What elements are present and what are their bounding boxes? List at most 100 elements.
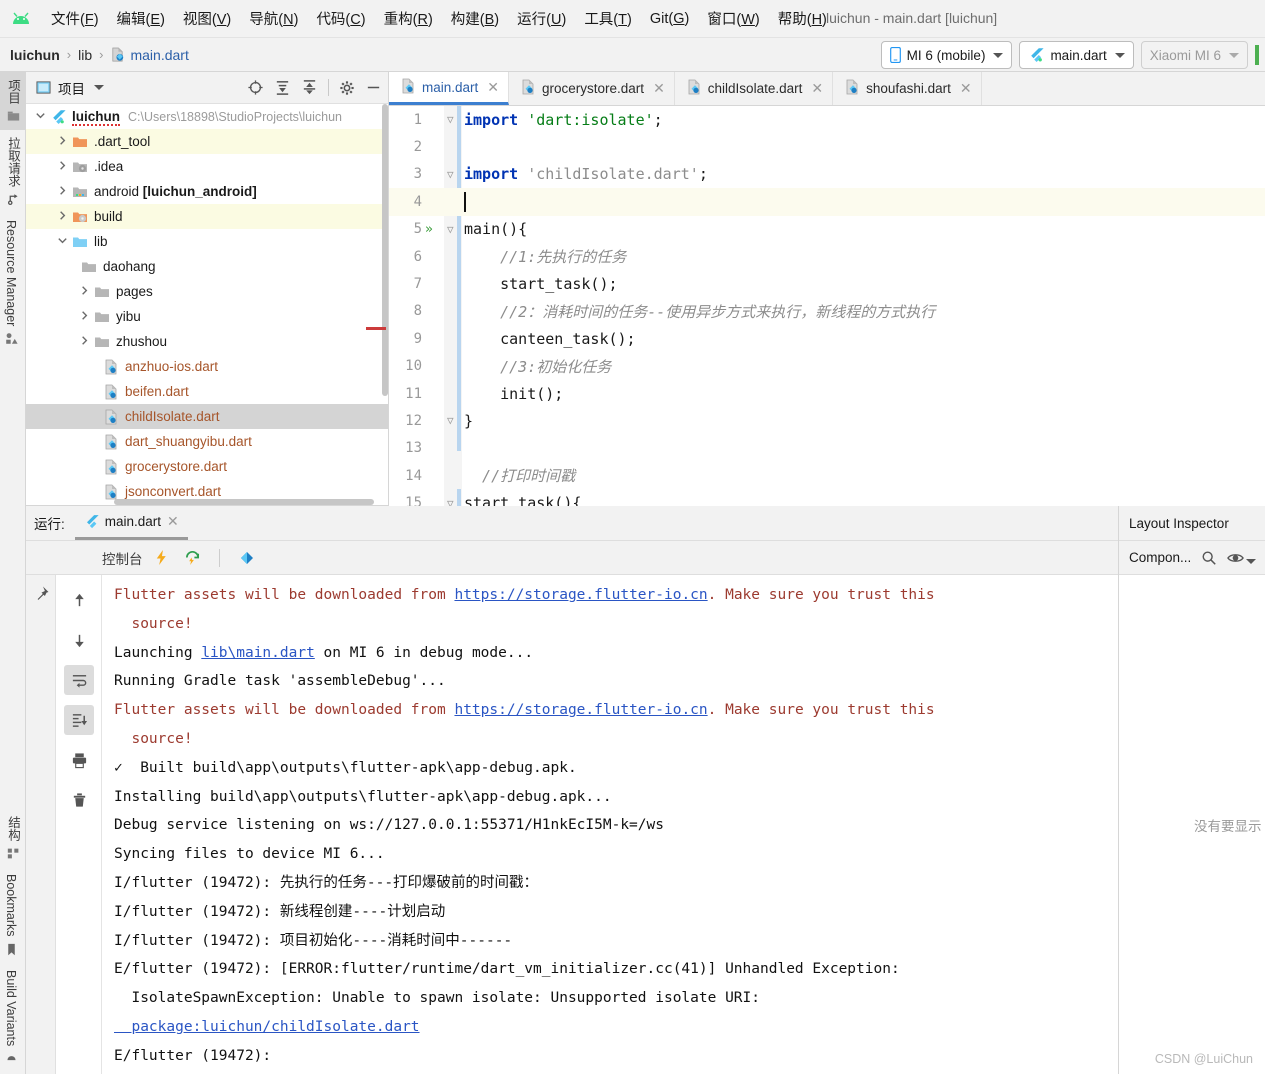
minimize-icon[interactable] [365,79,382,96]
fold-marker-icon[interactable]: ▽ [447,223,454,236]
dart-devtools-icon[interactable] [238,549,256,567]
console-link[interactable]: https://storage.flutter-io.cn [454,702,707,718]
project-panel-scrollbar[interactable] [382,104,388,396]
code-line[interactable]: 2 [389,133,1265,160]
fold-marker-icon[interactable]: ▽ [447,414,454,427]
arrow-down-icon[interactable] [64,625,94,655]
lightning-icon[interactable] [153,549,170,566]
menu-item-4[interactable]: 导航(N) [240,4,307,33]
code-line[interactable]: 1 ▽ import 'dart:isolate'; [389,106,1265,133]
project-panel-title[interactable]: 项目 [36,78,104,98]
tree-node[interactable]: lib [26,229,388,254]
console-link[interactable]: package:luichun/childIsolate.dart [114,1019,419,1035]
chevron-right-icon[interactable] [78,284,94,300]
fold-marker-icon[interactable]: ▽ [447,497,454,506]
tree-node[interactable]: android [luichun_android] [26,179,388,204]
rail-tab-结构[interactable]: 结构 [0,809,27,867]
chevron-right-icon[interactable] [56,184,72,200]
menu-item-8[interactable]: 运行(U) [508,4,575,33]
tree-node[interactable]: pages [26,279,388,304]
target-device-selector[interactable]: Xiaomi MI 6 [1140,41,1248,69]
tree-node[interactable]: childIsolate.dart [26,404,388,429]
project-tree[interactable]: luichun C:\Users\18898\StudioProjects\lui… [26,104,388,506]
chevron-right-icon[interactable] [56,134,72,150]
tree-node[interactable]: luichun C:\Users\18898\StudioProjects\lui… [26,104,388,129]
code-editor[interactable]: 1 ▽ import 'dart:isolate'; 2 3 ▽ import 'child… [389,106,1265,506]
menu-item-6[interactable]: 重构(R) [375,4,442,33]
tree-node[interactable]: anzhuo-ios.dart [26,354,388,379]
hot-reload-icon[interactable] [184,549,201,566]
menu-item-1[interactable]: 文件(F) [42,4,108,33]
code-line[interactable]: 12 ▽} [389,407,1265,434]
close-icon[interactable]: ✕ [811,80,823,97]
editor-tab-grocerystore.dart[interactable]: grocerystore.dart ✕ [509,72,675,105]
pin-icon[interactable] [32,585,50,603]
rail-tab-Build Variants[interactable]: Build Variants [0,963,22,1072]
tree-node[interactable]: grocerystore.dart [26,454,388,479]
code-line[interactable]: 10 //3:初始化任务 [389,353,1265,380]
editor-tab-shoufashi.dart[interactable]: shoufashi.dart ✕ [833,72,982,105]
code-line[interactable]: 3 ▽ import 'childIsolate.dart'; [389,161,1265,188]
menu-item-7[interactable]: 构建(B) [442,4,508,33]
print-icon[interactable] [64,745,94,775]
chevron-right-icon[interactable] [78,334,94,350]
tree-node[interactable]: zhushou [26,329,388,354]
code-line[interactable]: 5» ▽ main(){ [389,216,1265,243]
code-line[interactable]: 14 //打印时间戳 [389,462,1265,489]
close-icon[interactable]: ✕ [167,513,179,530]
tree-node[interactable]: dart_shuangyibu.dart [26,429,388,454]
menu-item-5[interactable]: 代码(C) [307,4,374,33]
code-line[interactable]: 13 [389,435,1265,462]
chevron-down-icon[interactable] [56,234,72,250]
device-selector[interactable]: MI 6 (mobile) [880,41,1013,69]
code-line[interactable]: 7 start_task(); [389,270,1265,297]
menu-item-2[interactable]: 编辑(E) [108,4,174,33]
run-config-selector[interactable]: main.dart [1019,41,1134,69]
menu-item-11[interactable]: 窗口(W) [698,4,768,33]
code-line[interactable]: 9 canteen_task(); [389,325,1265,352]
arrow-up-icon[interactable] [64,585,94,615]
menu-item-3[interactable]: 视图(V) [174,4,240,33]
breadcrumb-file[interactable]: main.dart [110,47,189,63]
project-panel-hscrollbar[interactable] [114,499,374,505]
search-icon[interactable] [1201,550,1217,566]
tree-node[interactable]: yibu [26,304,388,329]
expand-all-icon[interactable] [274,79,291,96]
tree-node[interactable]: build [26,204,388,229]
close-icon[interactable]: ✕ [487,79,499,96]
code-line[interactable]: 8 //2：消耗时间的任务--使用异步方式来执行，新线程的方式执行 [389,298,1265,325]
chevron-right-icon[interactable] [56,159,72,175]
menu-item-9[interactable]: 工具(T) [575,4,641,33]
editor-tab-main.dart[interactable]: main.dart ✕ [389,72,510,105]
rail-tab-拉取请求[interactable]: 拉取请求 [0,130,27,213]
rail-tab-项目[interactable]: 项目 [0,72,27,130]
component-tree-label[interactable]: Compon... [1129,550,1191,565]
tree-node[interactable]: .dart_tool [26,129,388,154]
rail-tab-Resource Manager[interactable]: Resource Manager [0,213,22,352]
chevron-down-icon[interactable] [1246,558,1257,564]
editor-tab-childIsolate.dart[interactable]: childIsolate.dart ✕ [675,72,834,105]
fold-marker-icon[interactable]: ▽ [447,113,454,126]
tree-node[interactable]: .idea [26,154,388,179]
tree-node[interactable]: daohang [26,254,388,279]
chevron-right-icon[interactable] [78,309,94,325]
soft-wrap-icon[interactable] [64,665,94,695]
breadcrumb-folder[interactable]: lib [78,47,92,63]
eye-icon[interactable] [1227,551,1257,565]
menu-item-10[interactable]: Git(G) [641,7,698,31]
collapse-all-icon[interactable] [301,79,318,96]
run-button[interactable] [1255,45,1259,65]
code-line[interactable]: 15 ▽ start_task(){ [389,489,1265,506]
console-output[interactable]: Flutter assets will be downloaded from h… [102,575,1118,1074]
code-line[interactable]: 11 init(); [389,380,1265,407]
console-link[interactable]: lib\main.dart [201,645,315,661]
console-link[interactable]: https://storage.flutter-io.cn [454,587,707,603]
run-tab-main-dart[interactable]: main.dart ✕ [74,506,188,540]
code-line[interactable]: 6 //1:先执行的任务 [389,243,1265,270]
rail-tab-Bookmarks[interactable]: Bookmarks [0,867,22,963]
tree-node[interactable]: beifen.dart [26,379,388,404]
run-gutter-icon[interactable]: » [425,222,433,237]
chevron-down-icon[interactable] [34,109,50,125]
fold-marker-icon[interactable]: ▽ [447,168,454,181]
breadcrumb-project[interactable]: luichun [10,47,60,63]
